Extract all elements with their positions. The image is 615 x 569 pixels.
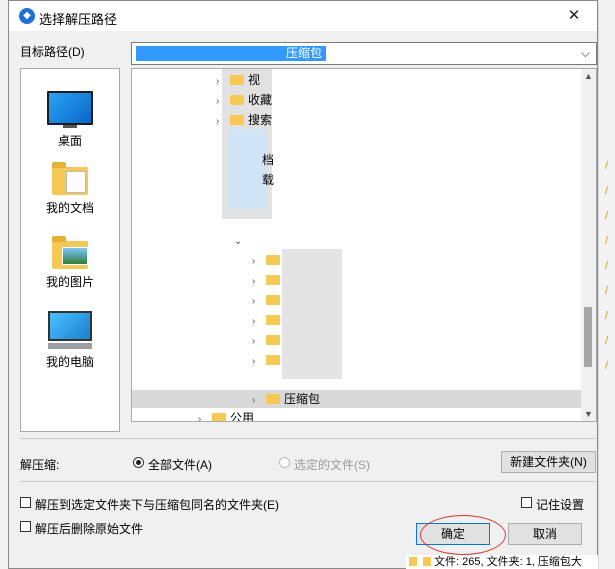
delete-original-checkbox[interactable]	[20, 521, 31, 532]
tree-row-selected[interactable]: › 压缩包	[132, 390, 583, 408]
divider	[20, 438, 596, 439]
folder-icon	[266, 394, 280, 404]
tree-vertical-scrollbar[interactable]: ▲ ▼	[581, 69, 596, 421]
folder-icon	[423, 557, 431, 566]
folder-icon	[230, 115, 244, 125]
tree-row[interactable]: › 搜索	[216, 111, 272, 129]
tree-row[interactable]: ›	[252, 351, 284, 369]
expand-arrow-icon[interactable]: ›	[252, 392, 264, 410]
radio-selected-files-label[interactable]: 选定的文件(S)	[294, 456, 370, 473]
tree-row[interactable]: ›	[252, 291, 284, 309]
folder-pictures-icon	[52, 236, 88, 269]
place-my-pictures[interactable]: 我的图片	[21, 236, 119, 290]
scrollbar-thumb[interactable]	[584, 307, 592, 367]
annotation-circle	[420, 515, 506, 555]
cancel-button[interactable]: 取消	[508, 523, 582, 545]
place-my-computer[interactable]: 我的电脑	[21, 311, 119, 370]
radio-all-files-label[interactable]: 全部文件(A)	[148, 456, 212, 473]
chevron-down-icon[interactable]: ⌵	[581, 46, 590, 61]
extract-label: 解压缩:	[20, 458, 60, 472]
app-logo-icon: ◆	[19, 8, 35, 24]
expand-arrow-icon[interactable]: ›	[216, 93, 228, 111]
radio-selected-files[interactable]	[279, 457, 290, 468]
dialog-title: 选择解压路径	[39, 12, 118, 27]
scroll-up-icon[interactable]: ▲	[584, 71, 593, 81]
destination-path-label: 目标路径(D)	[20, 45, 85, 59]
folder-tree[interactable]: › 视 › 收藏 › 搜索 档 载 ⌄ › › › › › › › 压缩包 › 公用 ▲ …	[131, 68, 597, 422]
place-label: 我的图片	[45, 275, 94, 289]
delete-original-label[interactable]: 解压后删除原始文件	[35, 520, 143, 537]
destination-path-combobox[interactable]: 压缩包 ⌵	[131, 42, 597, 65]
tree-row[interactable]: ›	[252, 251, 284, 269]
scroll-down-icon[interactable]: ▼	[584, 409, 593, 419]
same-name-folder-checkbox[interactable]	[20, 497, 31, 508]
computer-icon	[48, 311, 92, 341]
tree-row[interactable]: 载	[262, 171, 274, 189]
expand-arrow-icon[interactable]: ›	[216, 73, 228, 91]
place-my-documents[interactable]: 我的文档	[21, 162, 119, 216]
tree-row[interactable]: ›	[252, 271, 284, 289]
extract-path-dialog: ◆ 选择解压路径 ✕ 目标路径(D) 压缩包 ⌵ 桌面 我的文档 我的图片 我的…	[8, 0, 598, 569]
folder-documents-icon	[52, 162, 88, 195]
new-folder-button[interactable]: 新建文件夹(N)	[501, 451, 596, 473]
remember-settings-label[interactable]: 记住设置	[536, 496, 584, 513]
place-label: 我的电脑	[45, 355, 94, 369]
tree-row[interactable]: › 视	[216, 71, 260, 89]
background-window-right: / / / / / / / / /	[598, 0, 615, 569]
folder-icon	[230, 95, 244, 105]
destination-path-value: 压缩包	[136, 46, 327, 61]
expand-arrow-icon[interactable]: ›	[198, 411, 210, 421]
place-desktop[interactable]: 桌面	[21, 91, 119, 149]
close-icon[interactable]: ✕	[551, 1, 597, 31]
radio-all-files[interactable]	[133, 457, 144, 468]
remember-settings-checkbox[interactable]	[521, 497, 532, 508]
tree-row[interactable]: ›	[252, 331, 284, 349]
place-label: 我的文档	[45, 201, 94, 215]
folder-icon	[409, 557, 417, 566]
tree-row[interactable]: › 公用	[198, 409, 254, 421]
background-status-bar: 文件: 265, 文件夹: 1, 压缩包大	[406, 555, 598, 569]
tree-row[interactable]: ›	[252, 311, 284, 329]
folder-icon	[230, 75, 244, 85]
background-window-left	[0, 0, 8, 569]
places-panel: 桌面 我的文档 我的图片 我的电脑	[20, 68, 120, 432]
tree-row[interactable]: › 收藏	[216, 91, 272, 109]
divider	[20, 481, 596, 482]
expand-arrow-icon[interactable]: ›	[216, 113, 228, 131]
folder-icon	[212, 413, 226, 421]
place-label: 桌面	[57, 134, 82, 148]
tree-row[interactable]: 档	[262, 151, 274, 169]
tree-row[interactable]: ⌄	[234, 231, 246, 249]
same-name-folder-label[interactable]: 解压到选定文件夹下与压缩包同名的文件夹(E)	[35, 496, 279, 513]
title-bar: ◆ 选择解压路径 ✕	[9, 1, 597, 31]
tree-row-label: 压缩包	[284, 392, 321, 406]
desktop-icon	[47, 91, 93, 125]
